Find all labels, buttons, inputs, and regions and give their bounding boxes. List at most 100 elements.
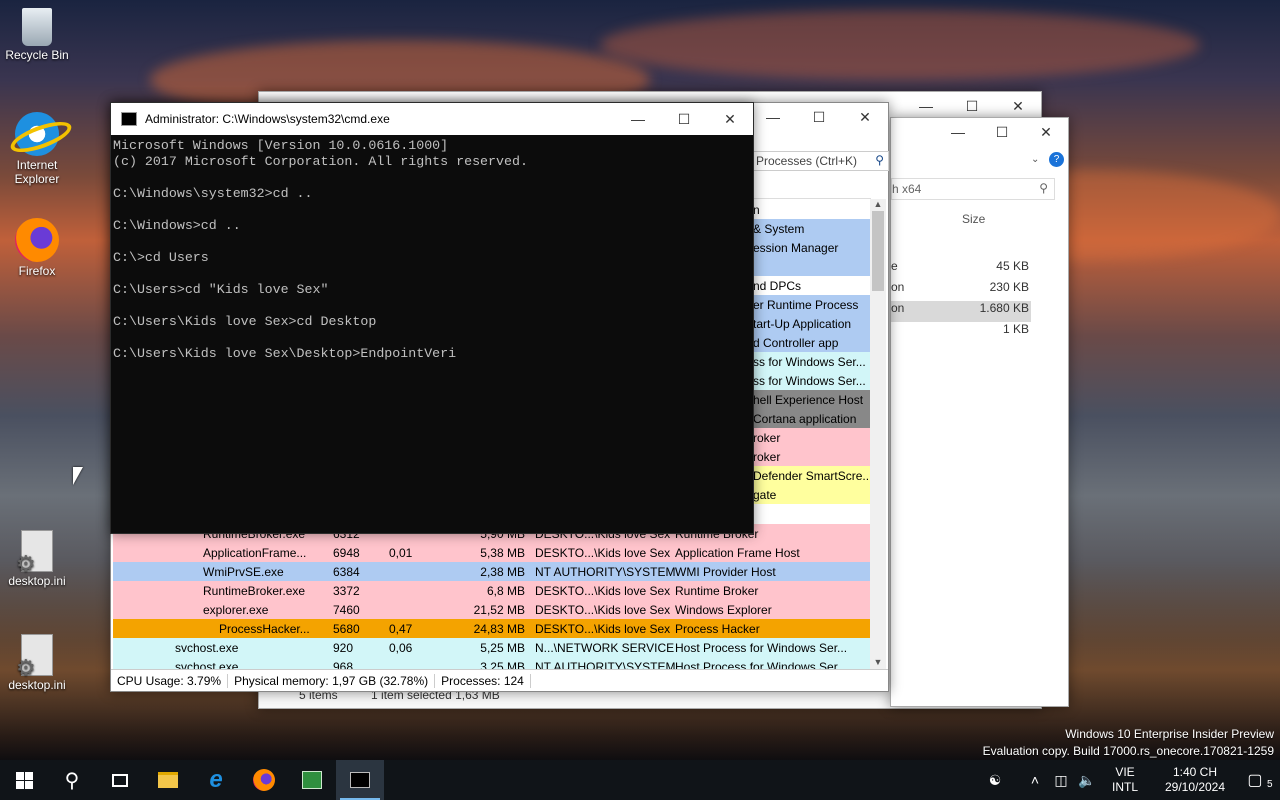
command-prompt-icon — [350, 772, 370, 788]
firefox-icon — [253, 769, 275, 791]
maximize-icon[interactable]: ☐ — [796, 102, 842, 132]
folder-icon — [158, 772, 178, 788]
process-name: WmiPrvSE.exe — [203, 564, 284, 579]
notification-icon: ▢ — [1247, 772, 1263, 789]
task-view-button[interactable] — [96, 760, 144, 800]
taskbar-firefox[interactable] — [240, 760, 288, 800]
process-desc: Application Frame Host — [675, 545, 800, 560]
close-icon[interactable]: ✕ — [1024, 117, 1068, 147]
process-search-input[interactable]: Processes (Ctrl+K) ⚲ — [751, 151, 889, 171]
process-name: ProcessHacker... — [219, 621, 310, 636]
process-pid: 3372 — [333, 583, 360, 598]
minimize-icon[interactable]: — — [936, 117, 980, 147]
taskbar-file-explorer[interactable] — [144, 760, 192, 800]
taskbar-internet-explorer[interactable]: e — [192, 760, 240, 800]
process-desc: Windows Explorer — [675, 602, 772, 617]
chevron-up-icon[interactable]: ˄ — [1024, 772, 1046, 788]
start-button[interactable] — [0, 760, 48, 800]
volume-icon[interactable]: 🔈 — [1076, 772, 1098, 789]
search-button[interactable]: ⚲ — [48, 760, 96, 800]
file-row[interactable]: on 230 KB — [891, 280, 1031, 301]
process-row[interactable]: explorer.exe 7460 21,52 MB DESKTO...\Kids l… — [113, 600, 871, 619]
cmd-app-icon — [121, 112, 137, 126]
file-row-selected[interactable]: on 1.680 KB — [891, 301, 1031, 322]
console-output[interactable]: Microsoft Windows [Version 10.0.0616.100… — [111, 135, 753, 365]
file-row[interactable]: 1 KB — [891, 322, 1031, 343]
process-row[interactable]: WmiPrvSE.exe 6384 2,38 MB NT AUTHORITY\SYST… — [113, 562, 871, 581]
search-icon: ⚲ — [875, 153, 884, 167]
scrollbar-thumb[interactable] — [872, 211, 884, 291]
network-icon[interactable]: ◫ — [1050, 772, 1072, 789]
notification-count: 5 — [1267, 779, 1273, 790]
process-description: Defender SmartScre... — [753, 468, 871, 483]
file-list: e 45 KB on 230 KB on 1.680 KB 1 KB — [891, 259, 1031, 343]
process-user: DESKTO...\Kids love Sex — [535, 621, 671, 636]
desktop-icon-desktop-ini-2[interactable]: desktop.ini — [0, 634, 74, 692]
process-hacker-icon — [302, 771, 322, 789]
process-mem: 6,8 MB — [486, 583, 525, 598]
file-explorer-window[interactable]: — ☐ ✕ ⌄ ? h x64 ⚲ Size e 45 KB on 230 KB o… — [890, 117, 1069, 707]
desktop-icon-internet-explorer[interactable]: Internet Explorer — [0, 112, 74, 186]
help-icon[interactable]: ? — [1049, 152, 1064, 167]
process-description: ession Manager — [753, 240, 839, 255]
maximize-icon[interactable]: ☐ — [661, 104, 707, 134]
mouse-cursor-icon — [73, 467, 83, 485]
scroll-down-icon[interactable]: ▼ — [870, 657, 886, 669]
desktop-icon-firefox[interactable]: Firefox — [0, 218, 74, 278]
process-description: er Runtime Process — [753, 297, 859, 312]
file-row[interactable]: e 45 KB — [891, 259, 1031, 280]
physical-memory: Physical memory: 1,97 GB (32.78%) — [228, 673, 436, 688]
taskbar-process-hacker[interactable] — [288, 760, 336, 800]
settings-file-icon — [16, 634, 53, 681]
minimize-icon[interactable]: — — [615, 104, 661, 134]
recycle-bin-icon — [22, 8, 52, 46]
process-mem: 2,38 MB — [480, 564, 525, 579]
process-user: NT AUTHORITY\SYSTEM — [535, 564, 675, 579]
close-icon[interactable]: ✕ — [842, 102, 888, 132]
process-desc: Runtime Broker — [675, 583, 759, 598]
cpu-usage: CPU Usage: 3.79% — [111, 673, 229, 688]
process-description: Cortana application — [753, 411, 857, 426]
action-center-button[interactable]: ▢ 5 — [1240, 770, 1280, 790]
cmd-titlebar[interactable]: Administrator: C:\Windows\system32\cmd.e… — [111, 103, 753, 135]
people-icon[interactable]: ☯ — [984, 772, 1006, 789]
command-prompt-window[interactable]: Administrator: C:\Windows\system32\cmd.e… — [110, 102, 754, 534]
desktop-icon-label: Firefox — [18, 264, 56, 278]
desktop-icon-desktop-ini-1[interactable]: desktop.ini — [0, 530, 74, 588]
cmd-title: Administrator: C:\Windows\system32\cmd.e… — [145, 112, 390, 126]
process-description: tart-Up Application — [753, 316, 852, 331]
clock[interactable]: 1:40 CH 29/10/2024 — [1150, 765, 1240, 795]
process-description: n — [753, 202, 760, 217]
process-row[interactable]: svchost.exe 920 0,06 5,25 MB N...\NETWORK SE… — [113, 638, 871, 657]
internet-explorer-icon — [15, 112, 59, 156]
maximize-icon[interactable]: ☐ — [980, 117, 1024, 147]
scroll-up-icon[interactable]: ▲ — [870, 199, 886, 211]
process-row[interactable]: RuntimeBroker.exe 3372 6,8 MB DESKTO...\Kid… — [113, 581, 871, 600]
internet-explorer-icon: e — [209, 766, 223, 793]
process-pid: 5680 — [333, 621, 360, 636]
input-language[interactable]: VIE INTL — [1100, 765, 1150, 795]
desktop-icon-recycle-bin[interactable]: Recycle Bin — [0, 8, 74, 62]
process-row[interactable]: ProcessHacker... 5680 0,47 24,83 MB DESKTO..… — [113, 619, 871, 638]
chevron-down-icon[interactable]: ⌄ — [1031, 154, 1039, 165]
process-list-scrollbar[interactable]: ▲ ▼ — [870, 199, 886, 669]
column-header-size[interactable]: Size — [962, 212, 985, 226]
desktop-icon-label: desktop.ini — [8, 678, 66, 692]
process-description: d Controller app — [753, 335, 839, 350]
minimize-icon[interactable]: — — [750, 102, 796, 132]
process-user: DESKTO...\Kids love Sex — [535, 583, 671, 598]
close-icon[interactable]: ✕ — [707, 104, 753, 134]
process-row[interactable]: ApplicationFrame... 6948 0,01 5,38 MB DESKTO… — [113, 543, 871, 562]
process-desc: Process Hacker — [675, 621, 760, 636]
firefox-icon — [15, 218, 59, 262]
process-description: gate — [753, 487, 777, 502]
system-tray: ☯ ˄ ◫ 🔈 VIE INTL 1:40 CH 29/10/2024 ▢ 5 — [982, 760, 1280, 800]
process-user: DESKTO...\Kids love Sex — [535, 602, 671, 617]
taskbar-command-prompt[interactable] — [336, 760, 384, 800]
process-desc: WMI Provider Host — [675, 564, 776, 579]
process-name: svchost.exe — [175, 640, 239, 655]
windows-logo-icon — [15, 771, 33, 789]
process-cpu: 0,06 — [389, 640, 413, 655]
search-box[interactable]: h x64 ⚲ — [891, 178, 1055, 200]
process-mem: 5,38 MB — [480, 545, 525, 560]
